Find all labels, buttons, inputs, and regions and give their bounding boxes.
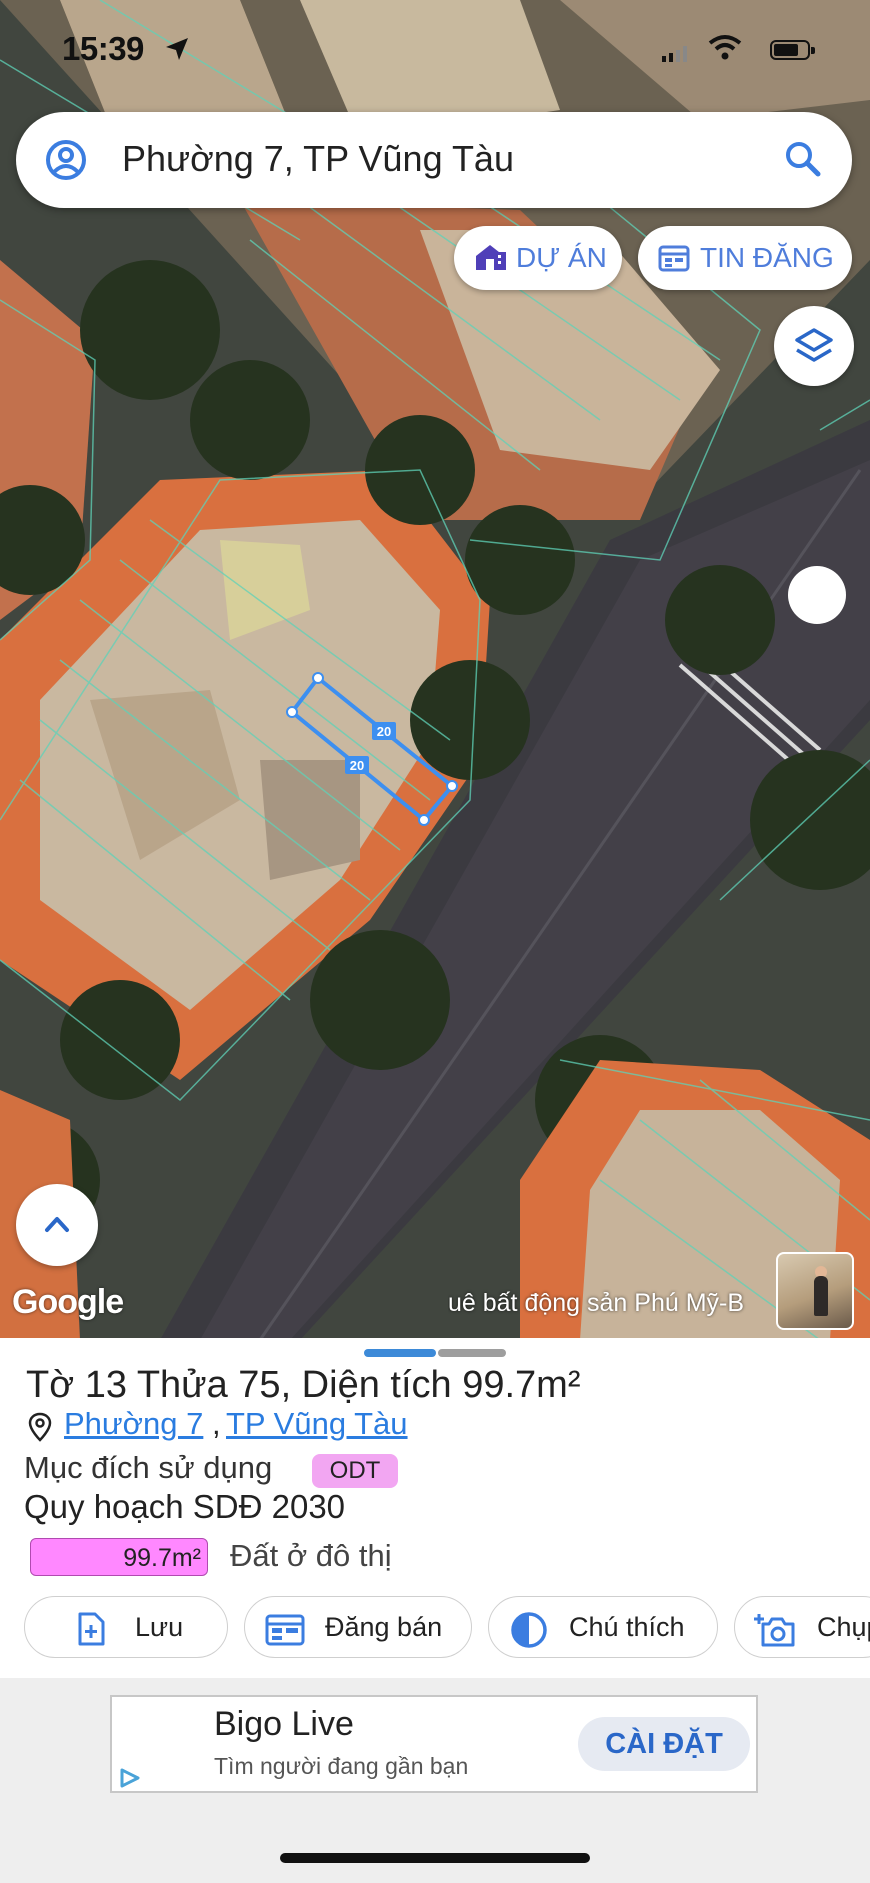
ward-link[interactable]: Phường 7 [64,1406,203,1442]
save-label: Lưu [135,1612,184,1642]
satellite-map[interactable]: 20 20 15:39 Phường 7, TP Vũng Tàu DỰ ÁN … [0,0,870,1340]
city-link[interactable]: TP Vũng Tàu [226,1406,408,1442]
tin-dang-label: TIN ĐĂNG [700,242,834,273]
legend-button[interactable]: Chú thích [488,1596,718,1658]
capture-label: Chụp [817,1612,870,1642]
ad-subtitle: Tìm người đang gần bạn [214,1753,469,1779]
save-button[interactable]: Lưu [24,1596,228,1658]
listing-icon [265,1614,305,1646]
adchoices-icon[interactable] [116,1767,142,1789]
expand-panel-button[interactable] [16,1184,98,1266]
map-attribution: uê bất động sản Phú Mỹ-B [448,1289,745,1317]
panel-handle-active[interactable] [364,1349,436,1357]
search-bar[interactable]: Phường 7, TP Vũng Tàu [16,112,852,208]
panel-handle[interactable] [438,1349,506,1357]
post-for-sale-button[interactable]: Đăng bán [244,1596,472,1658]
post-for-sale-label: Đăng bán [325,1612,443,1642]
account-icon[interactable] [44,138,88,182]
battery-icon [770,40,815,60]
calendar-icon [658,245,690,272]
ad-banner[interactable]: Bigo Live Tìm người đang gần bạn CÀI ĐẶT [110,1695,758,1793]
planning-label: Quy hoạch SDĐ 2030 [24,1488,346,1525]
home-indicator[interactable] [280,1853,590,1863]
tin-dang-button[interactable]: TIN ĐĂNG [638,226,852,290]
location-separator: , [212,1406,221,1441]
du-an-label: DỰ ÁN [516,242,607,273]
parcel-edge-label: 20 [377,724,391,739]
chevron-up-icon [45,1217,69,1232]
layers-icon [795,328,833,362]
search-input[interactable]: Phường 7, TP Vũng Tàu [122,138,514,180]
legend-label: Chú thích [569,1612,685,1642]
land-use-label: Mục đích sử dụng [24,1450,273,1485]
planning-area-bar: 99.7m² [30,1538,208,1576]
planning-area-value: 99.7m² [123,1544,201,1572]
wifi-icon [708,35,742,60]
map-control-dot[interactable] [788,566,846,624]
status-time: 15:39 [62,30,144,67]
ad-title: Bigo Live [214,1705,354,1743]
land-type-label: Đất ở đô thị [230,1538,392,1573]
parcel-info-panel: Tờ 13 Thửa 75, Diện tích 99.7m² Phường 7… [0,1338,870,1678]
ad-area: Bigo Live Tìm người đang gần bạn CÀI ĐẶT [0,1678,870,1883]
land-use-badge: ODT [312,1454,398,1488]
status-bar: 15:39 [0,28,870,72]
add-camera-icon [754,1614,795,1647]
install-button[interactable]: CÀI ĐẶT [578,1717,750,1771]
location-arrow-icon [166,38,188,60]
street-photo-thumbnail[interactable] [776,1252,854,1330]
capture-button[interactable]: Chụp [734,1596,870,1658]
search-icon[interactable] [784,140,822,178]
add-file-icon [78,1612,105,1646]
parcel-title: Tờ 13 Thửa 75, Diện tích 99.7m² [26,1364,581,1406]
location-pin-icon [28,1412,52,1442]
contrast-icon [511,1612,547,1648]
signal-icon [662,46,687,62]
google-logo: Google [12,1283,124,1321]
du-an-button[interactable]: DỰ ÁN [454,226,622,290]
layers-button[interactable] [774,306,854,386]
building-icon [476,245,506,270]
parcel-edge-label: 20 [350,758,364,773]
